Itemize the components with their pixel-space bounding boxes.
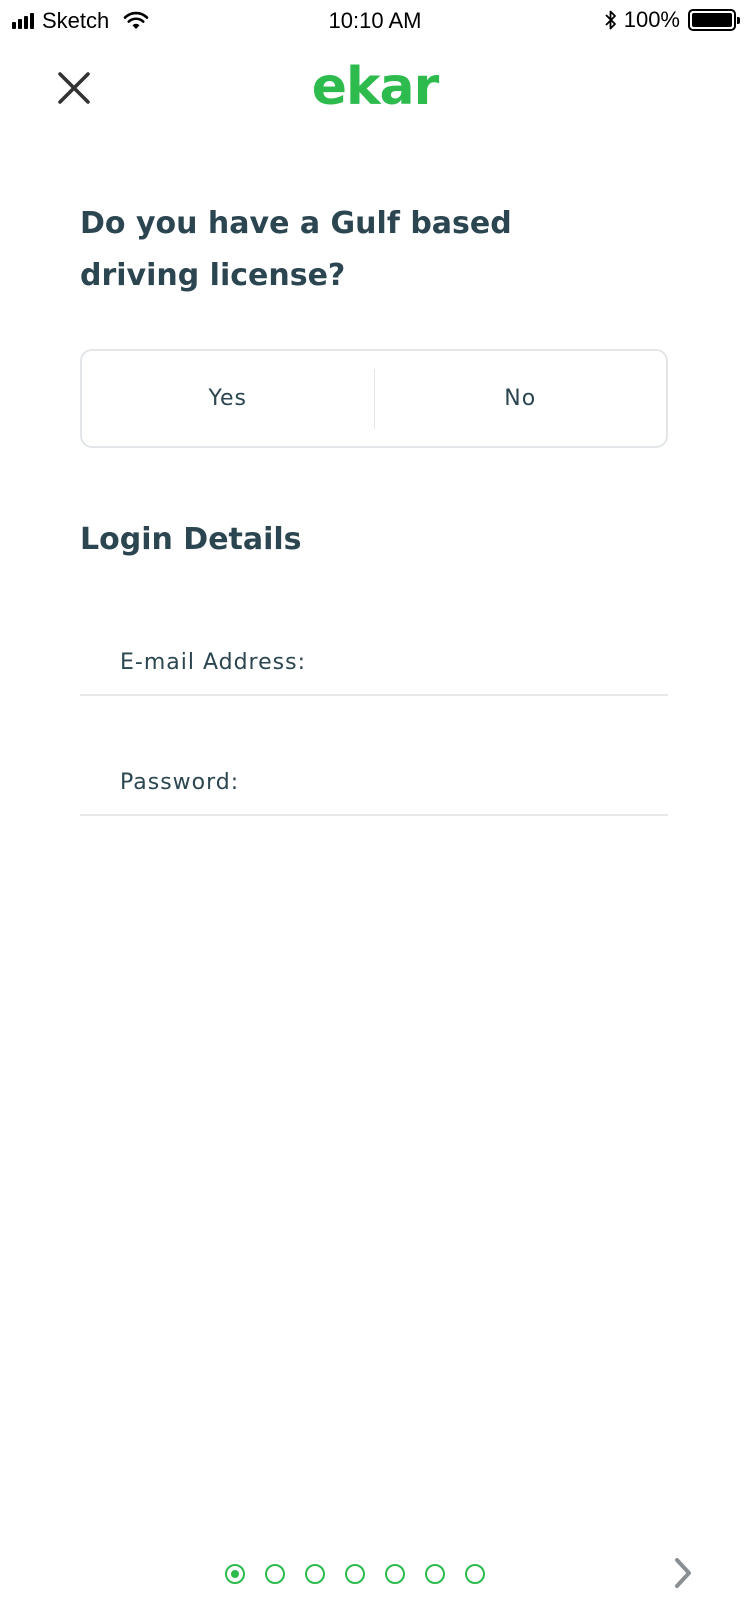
yes-button[interactable]: Yes: [82, 351, 374, 446]
page-dot-4[interactable]: [345, 1564, 365, 1584]
page-dot-2[interactable]: [265, 1564, 285, 1584]
ekar-logo-mark: ekar: [312, 57, 441, 117]
logo-text: ekar: [312, 57, 440, 117]
no-button[interactable]: No: [375, 351, 667, 446]
bluetooth-icon: [605, 10, 616, 30]
password-label: Password:: [120, 770, 240, 795]
page-dot-3[interactable]: [305, 1564, 325, 1584]
license-question: Do you have a Gulf based driving license…: [80, 206, 512, 293]
email-label: E-mail Address:: [120, 650, 306, 675]
email-field[interactable]: E-mail Address:: [80, 622, 668, 696]
battery-percent: 100%: [623, 7, 680, 32]
battery-icon: [688, 9, 740, 31]
status-bar: Sketch 10:10 AM 100%: [0, 0, 750, 40]
status-right: 100%: [604, 6, 740, 34]
password-field[interactable]: Password:: [80, 742, 668, 816]
page-dot-1[interactable]: [225, 1564, 245, 1584]
ekar-logo: ekar: [0, 52, 750, 123]
page-dot-7[interactable]: [465, 1564, 485, 1584]
license-toggle: Yes No: [80, 349, 668, 448]
page-dot-6[interactable]: [425, 1564, 445, 1584]
page-dot-5[interactable]: [385, 1564, 405, 1584]
login-details-title: Login Details: [80, 522, 302, 557]
chevron-right-icon[interactable]: [668, 1556, 698, 1590]
page-indicator: [225, 1564, 505, 1584]
